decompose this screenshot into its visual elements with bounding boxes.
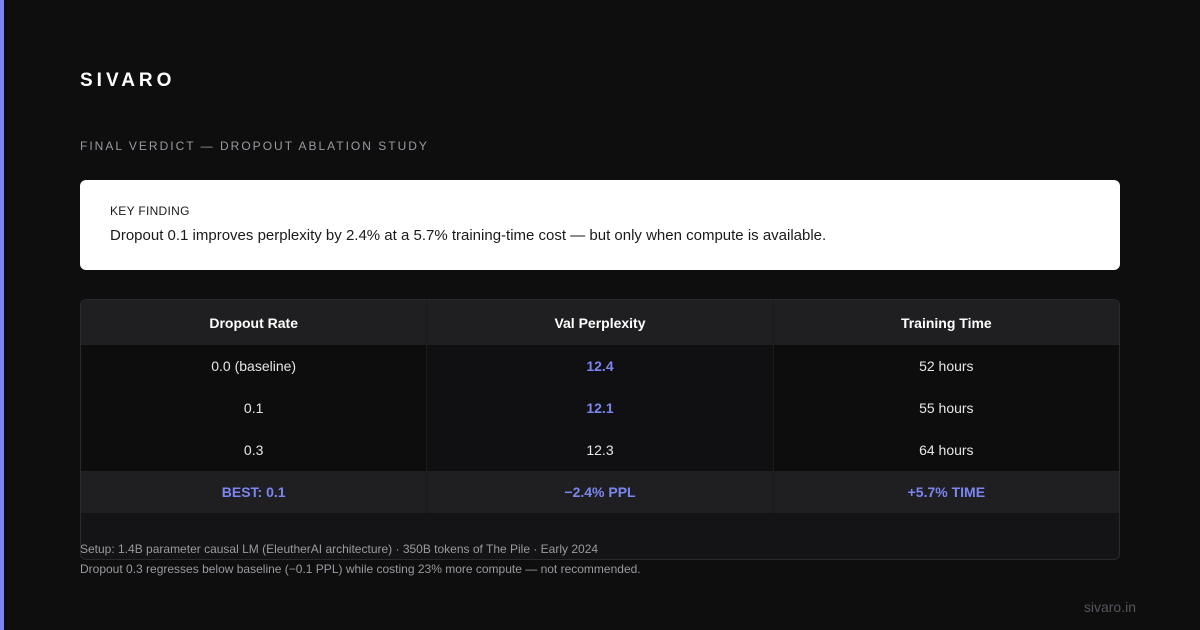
summary-cell: +5.7% TIME [772,471,1119,513]
summary-cell: −2.4% PPL [426,471,772,513]
key-finding-text: Dropout 0.1 improves perplexity by 2.4% … [110,227,827,244]
table-row: 0.0 (baseline) 12.4 52 hours [81,345,1119,387]
key-finding-label: KEY FINDING [110,204,190,218]
table-cell: 12.3 [426,429,773,471]
column-header: Training Time [772,300,1119,345]
key-finding-card: KEY FINDING Dropout 0.1 improves perplex… [80,180,1120,270]
table-row: 0.3 12.3 64 hours [81,429,1119,471]
table-summary-row: BEST: 0.1 −2.4% PPL +5.7% TIME [81,471,1119,513]
summary-cell: BEST: 0.1 [221,484,286,500]
table-cell: 0.1 [81,387,427,429]
table-cell: 55 hours [772,387,1119,429]
footnotes: Setup: 1.4B parameter causal LM (Eleuthe… [80,539,641,579]
recommendation-note: Dropout 0.3 regresses below baseline (−0… [80,562,641,576]
footer-url: sivaro.in [1083,599,1136,615]
column-header: Val Perplexity [426,300,772,345]
column-header: Dropout Rate [209,314,298,331]
results-table: Dropout Rate Val Perplexity Training Tim… [80,299,1120,560]
table-cell: 64 hours [772,429,1119,471]
table-cell: 12.4 [426,345,773,387]
table-header-row: Dropout Rate Val Perplexity Training Tim… [81,300,1119,345]
table-row: 0.1 12.1 55 hours [81,387,1119,429]
table-cell: 0.0 (baseline) [81,345,427,387]
setup-note: Setup: 1.4B parameter causal LM (Eleuthe… [80,542,599,556]
table-cell: 0.3 [81,429,427,471]
table-cell: 12.1 [426,387,773,429]
table-cell: 52 hours [772,345,1119,387]
brand-logo: SIVARO [80,70,176,91]
section-title: FINAL VERDICT — DROPOUT ABLATION STUDY [80,139,429,153]
accent-bar [0,0,4,630]
